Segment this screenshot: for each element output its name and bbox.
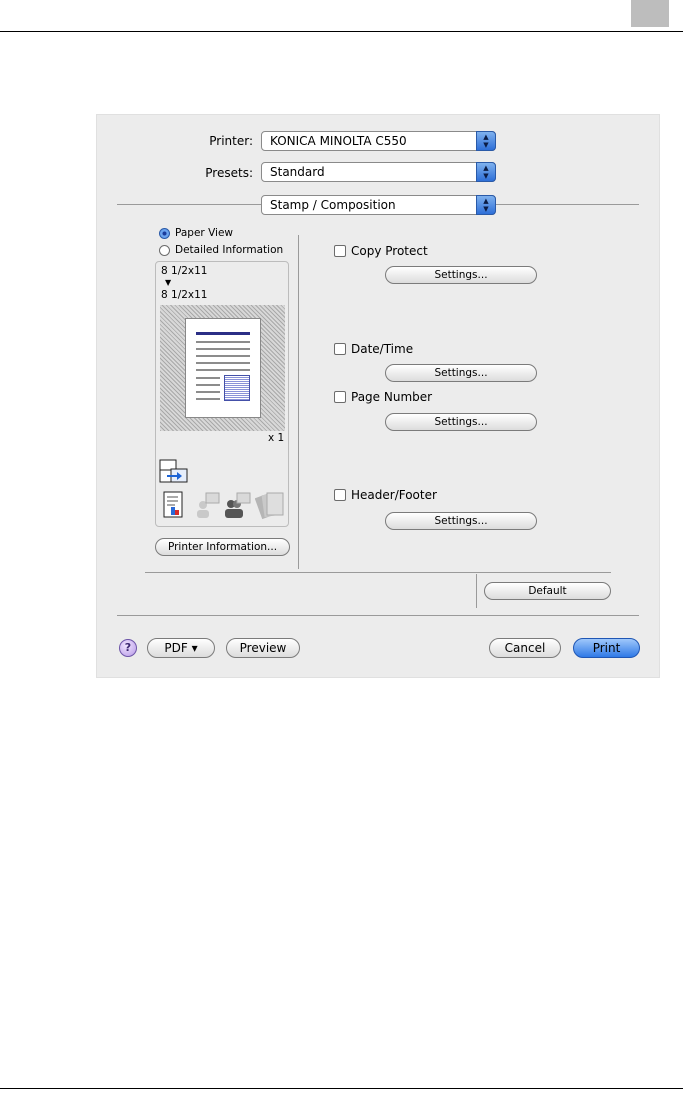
copy-protect-settings-button[interactable]: Settings... bbox=[385, 266, 537, 284]
paper-view-radio[interactable] bbox=[159, 228, 170, 239]
page-number-settings-button[interactable]: Settings... bbox=[385, 413, 537, 431]
page-corner-tab bbox=[631, 0, 669, 27]
copy-protect-checkbox[interactable] bbox=[334, 245, 346, 257]
copies-count: x 1 bbox=[268, 432, 285, 444]
printer-setup-icon bbox=[159, 459, 188, 483]
page-top-rule bbox=[0, 31, 683, 32]
detailed-info-radio[interactable] bbox=[159, 245, 170, 256]
printer-popup-value: KONICA MINOLTA C550 bbox=[270, 134, 407, 148]
column-divider bbox=[298, 235, 299, 569]
paper-size-from: 8 1/2x11 bbox=[161, 265, 208, 277]
paper-view-label: Paper View bbox=[175, 227, 233, 239]
presets-popup-value: Standard bbox=[270, 165, 325, 179]
printer-popup[interactable]: KONICA MINOLTA C550 ▲ ▼ bbox=[261, 131, 496, 151]
date-time-checkbox[interactable] bbox=[334, 343, 346, 355]
separator-left bbox=[117, 204, 261, 205]
preview-button[interactable]: Preview bbox=[226, 638, 300, 658]
panel-popup[interactable]: Stamp / Composition ▲ ▼ bbox=[261, 195, 496, 215]
help-button[interactable]: ? bbox=[119, 639, 137, 657]
popup-arrows-icon: ▲ ▼ bbox=[476, 131, 496, 151]
copy-protect-label: Copy Protect bbox=[351, 244, 428, 258]
stamp-pattern-icon bbox=[224, 375, 250, 401]
printer-information-button[interactable]: Printer Information... bbox=[155, 538, 290, 556]
popup-arrows-icon: ▲ ▼ bbox=[476, 195, 496, 215]
header-footer-settings-button[interactable]: Settings... bbox=[385, 512, 537, 530]
date-time-label: Date/Time bbox=[351, 342, 414, 356]
user-comment-icon bbox=[197, 492, 220, 518]
page-bottom-rule bbox=[0, 1088, 683, 1089]
paper-preview-page bbox=[185, 318, 261, 418]
panel-popup-value: Stamp / Composition bbox=[270, 198, 396, 212]
popup-arrows-icon: ▲ ▼ bbox=[476, 162, 496, 182]
default-button[interactable]: Default bbox=[484, 582, 611, 600]
detailed-info-label: Detailed Information bbox=[175, 244, 284, 256]
header-footer-checkbox[interactable] bbox=[334, 489, 346, 501]
document-icon bbox=[163, 491, 183, 518]
default-divider bbox=[476, 574, 477, 608]
group-users-icon bbox=[225, 492, 251, 518]
header-footer-label: Header/Footer bbox=[351, 488, 437, 502]
presets-popup[interactable]: Standard ▲ ▼ bbox=[261, 162, 496, 182]
print-dialog: Printer: KONICA MINOLTA C550 ▲ ▼ Presets:… bbox=[96, 114, 660, 678]
separator-right bbox=[496, 204, 639, 205]
date-time-settings-button[interactable]: Settings... bbox=[385, 364, 537, 382]
default-separator bbox=[145, 572, 611, 573]
page-number-label: Page Number bbox=[351, 390, 433, 404]
presets-label: Presets: bbox=[205, 166, 253, 180]
paper-size-to: 8 1/2x11 bbox=[161, 289, 208, 301]
pdf-button[interactable]: PDF ▾ bbox=[147, 638, 215, 658]
print-button[interactable]: Print bbox=[573, 638, 640, 658]
stacked-pages-icon bbox=[255, 492, 284, 520]
printer-label: Printer: bbox=[209, 134, 253, 148]
page-number-checkbox[interactable] bbox=[334, 391, 346, 403]
cancel-button[interactable]: Cancel bbox=[489, 638, 561, 658]
paper-arrow-icon: ▼ bbox=[165, 278, 172, 287]
bottom-separator bbox=[117, 615, 639, 616]
